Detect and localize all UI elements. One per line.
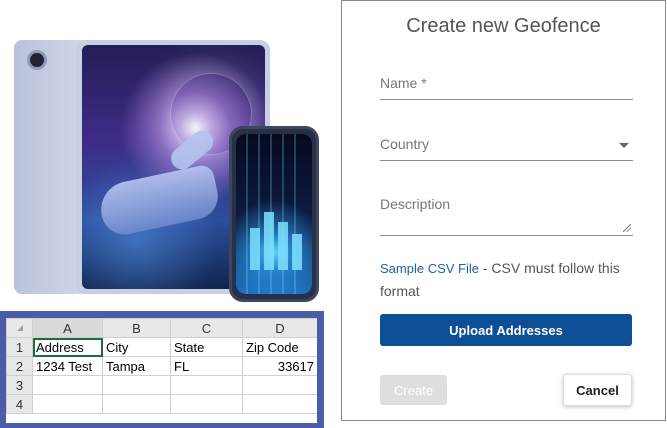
csv-help-text: Sample CSV File - CSV must follow this f… xyxy=(380,257,635,302)
cell xyxy=(32,394,103,414)
description-underline xyxy=(380,235,633,236)
cell xyxy=(242,394,317,414)
cell xyxy=(32,375,103,395)
cell: Address xyxy=(32,337,103,357)
select-all-icon xyxy=(16,325,23,331)
column-header: A xyxy=(32,318,103,338)
table-row: 2 1234 Test Tampa FL 33617 xyxy=(6,356,317,376)
cancel-button[interactable]: Cancel xyxy=(563,374,632,406)
phone-screen xyxy=(236,134,312,294)
column-header: C xyxy=(170,318,243,338)
create-geofence-dialog: Create new Geofence Name * Country Descr… xyxy=(341,0,666,421)
dialog-title: Create new Geofence xyxy=(406,15,601,37)
create-button[interactable]: Create xyxy=(380,375,447,405)
name-field[interactable]: Name * xyxy=(380,75,633,100)
sample-csv-link[interactable]: Sample CSV File xyxy=(380,261,479,276)
column-header: B xyxy=(102,318,171,338)
tablet-camera xyxy=(27,50,47,70)
column-header: D xyxy=(242,318,317,338)
cell: City xyxy=(102,337,171,357)
streak xyxy=(294,134,296,294)
cell: Zip Code xyxy=(242,337,317,357)
description-label: Description xyxy=(380,196,451,212)
cell xyxy=(170,394,243,414)
country-underline xyxy=(380,160,633,161)
resize-handle-icon[interactable] xyxy=(623,224,631,232)
cell: 33617 xyxy=(242,356,317,376)
cell xyxy=(102,375,171,395)
country-label: Country xyxy=(380,136,430,152)
phone xyxy=(229,126,319,302)
cell xyxy=(102,394,171,414)
spreadsheet-frame: A B C D 1 Address City State Zip Code 2 … xyxy=(0,311,324,428)
streak xyxy=(282,134,284,294)
sheet-corner xyxy=(6,318,33,338)
table-row: 3 xyxy=(6,375,317,395)
upload-addresses-button[interactable]: Upload Addresses xyxy=(380,314,632,346)
column-header-row: A B C D xyxy=(6,318,317,338)
spreadsheet: A B C D 1 Address City State Zip Code 2 … xyxy=(6,318,317,423)
cell: 1234 Test xyxy=(32,356,103,376)
building xyxy=(292,234,302,270)
building xyxy=(250,228,260,270)
description-field[interactable]: Description xyxy=(380,196,633,236)
row-number: 2 xyxy=(6,356,33,376)
streak xyxy=(258,134,260,294)
cell: FL xyxy=(170,356,243,376)
cell: Tampa xyxy=(102,356,171,376)
row-number: 1 xyxy=(6,337,33,357)
name-underline xyxy=(380,99,633,100)
data-streaks xyxy=(236,134,312,294)
row-number: 3 xyxy=(6,375,33,395)
cell: State xyxy=(170,337,243,357)
hand-graphic xyxy=(95,163,223,239)
cell xyxy=(170,375,243,395)
chevron-down-icon[interactable] xyxy=(619,143,629,148)
cell xyxy=(242,375,317,395)
name-label: Name * xyxy=(380,75,427,91)
country-select[interactable]: Country xyxy=(380,136,633,161)
table-row: 1 Address City State Zip Code xyxy=(6,337,317,357)
building xyxy=(278,222,288,270)
devices-illustration xyxy=(0,0,330,306)
spreadsheet-table: A B C D 1 Address City State Zip Code 2 … xyxy=(6,318,317,414)
row-number: 4 xyxy=(6,394,33,414)
streak xyxy=(246,134,248,294)
building xyxy=(264,212,274,270)
table-row: 4 xyxy=(6,394,317,414)
